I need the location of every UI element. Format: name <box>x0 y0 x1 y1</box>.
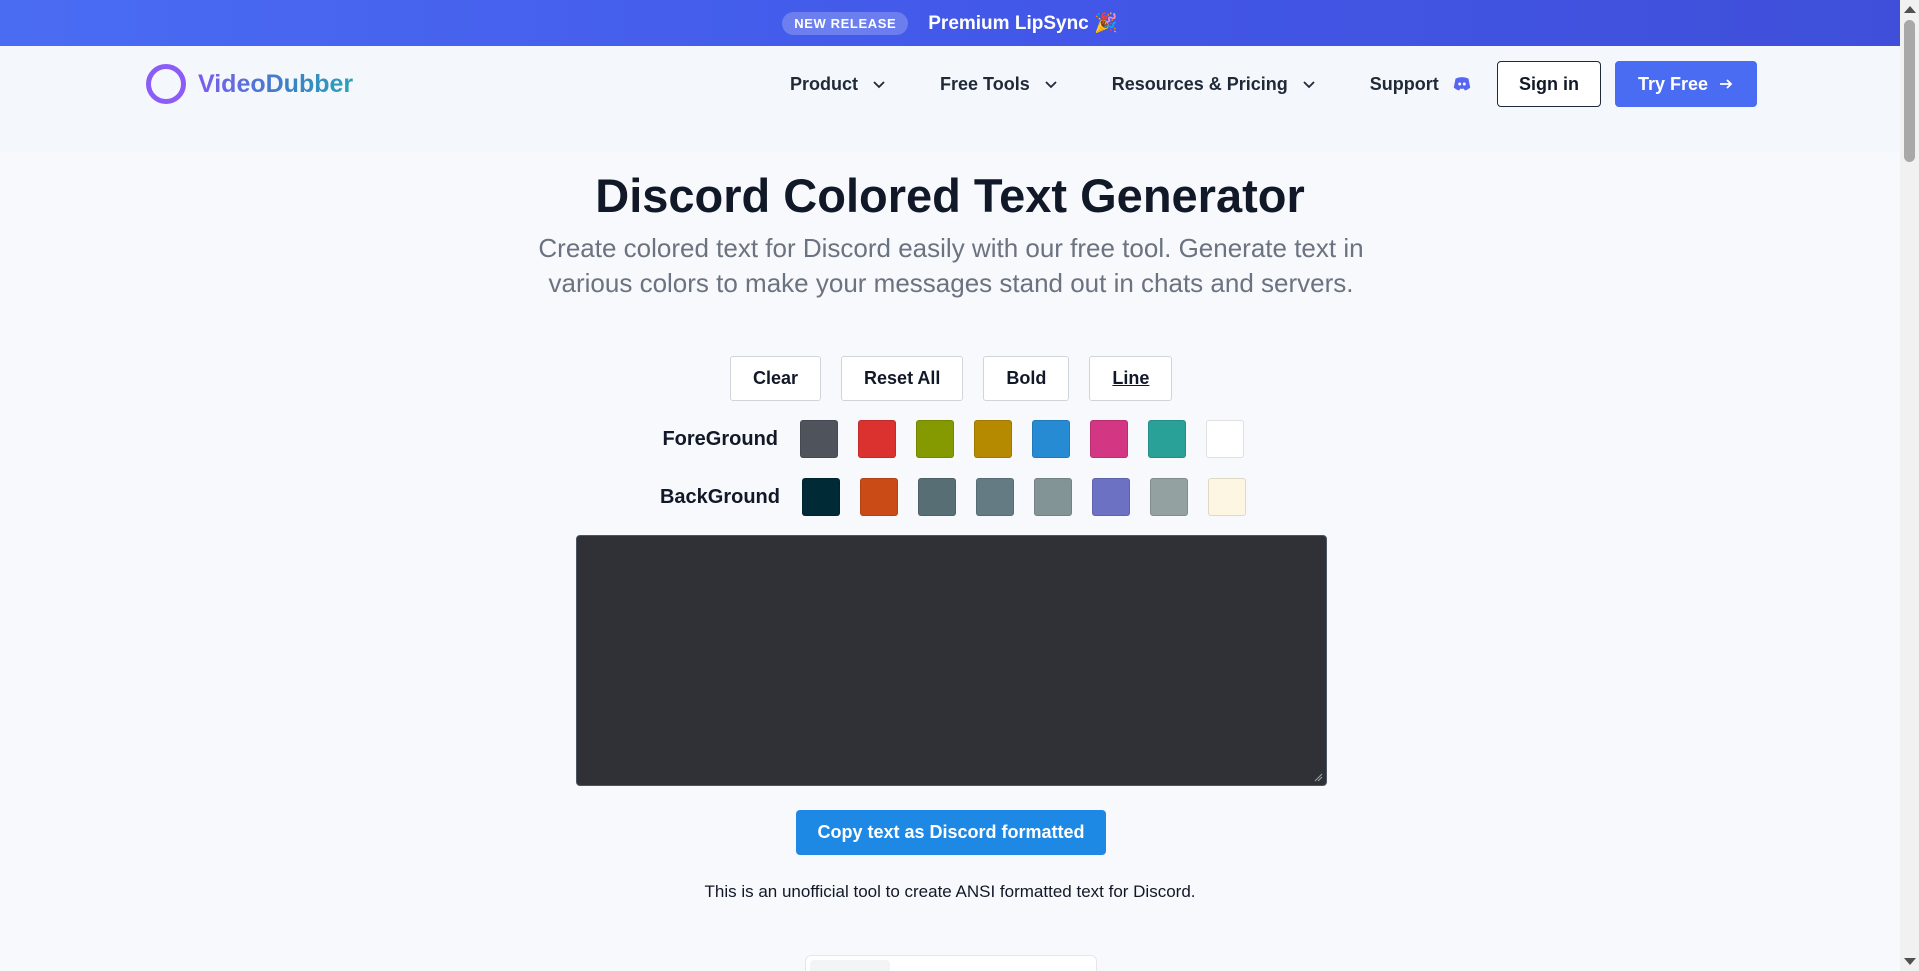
new-release-badge: NEW RELEASE <box>782 11 909 35</box>
foreground-swatch-5[interactable] <box>1032 420 1070 458</box>
foreground-label: ForeGround <box>662 427 778 450</box>
nav-free-tools-label: Free Tools <box>940 73 1030 94</box>
foreground-swatch-7[interactable] <box>1148 420 1186 458</box>
background-swatch-5[interactable] <box>1034 478 1072 516</box>
page-title: Discord Colored Text Generator <box>595 169 1305 222</box>
card-tab[interactable] <box>810 960 890 971</box>
background-swatch-6[interactable] <box>1092 478 1130 516</box>
foreground-swatch-4[interactable] <box>974 420 1012 458</box>
announcement-bar[interactable]: NEW RELEASE Premium LipSync 🎉 <box>0 0 1900 46</box>
foreground-swatches <box>800 420 1244 458</box>
background-swatch-8[interactable] <box>1208 478 1246 516</box>
nav-free-tools[interactable]: Free Tools <box>940 74 1058 95</box>
nav-product[interactable]: Product <box>790 74 886 95</box>
reset-all-button[interactable]: Reset All <box>841 356 964 401</box>
scrollbar-thumb[interactable] <box>1904 20 1915 162</box>
foreground-swatch-2[interactable] <box>858 420 896 458</box>
background-swatch-7[interactable] <box>1150 478 1188 516</box>
chevron-down-icon <box>1045 81 1057 89</box>
underline-button[interactable]: Line <box>1089 356 1173 401</box>
logo-text: VideoDubber <box>198 69 354 98</box>
foreground-swatch-8[interactable] <box>1206 420 1244 458</box>
foreground-swatch-3[interactable] <box>916 420 954 458</box>
arrow-right-icon <box>1720 79 1733 89</box>
nav-product-label: Product <box>790 73 859 94</box>
scroll-up-icon[interactable] <box>1904 6 1916 13</box>
main-nav: Product Free Tools Resources & Pricing S… <box>790 61 1473 107</box>
resize-grip-icon[interactable] <box>1313 772 1323 782</box>
nav-resources-pricing[interactable]: Resources & Pricing <box>1112 74 1316 95</box>
background-swatch-1[interactable] <box>802 478 840 516</box>
clear-button[interactable]: Clear <box>730 356 822 401</box>
partial-card <box>805 955 1097 971</box>
background-swatch-2[interactable] <box>860 478 898 516</box>
scroll-down-icon[interactable] <box>1904 958 1916 965</box>
nav-support-label: Support <box>1369 73 1439 94</box>
text-editor[interactable] <box>576 535 1327 786</box>
chevron-down-icon <box>1303 81 1315 89</box>
chevron-down-icon <box>873 81 885 89</box>
background-swatch-4[interactable] <box>976 478 1014 516</box>
foreground-swatch-6[interactable] <box>1090 420 1128 458</box>
nav-resources-pricing-label: Resources & Pricing <box>1111 73 1288 94</box>
bold-button[interactable]: Bold <box>983 356 1070 401</box>
foreground-swatch-1[interactable] <box>800 420 838 458</box>
try-free-button[interactable]: Try Free <box>1615 61 1757 107</box>
background-swatch-3[interactable] <box>918 478 956 516</box>
foreground-row: ForeGround <box>642 420 1244 458</box>
page-subtitle: Create colored text for Discord easily w… <box>538 233 1364 298</box>
announcement-message[interactable]: Premium LipSync 🎉 <box>928 11 1117 35</box>
copy-discord-button[interactable]: Copy text as Discord formatted <box>796 810 1106 855</box>
format-toolbar: Clear Reset All Bold Line <box>730 356 1173 401</box>
sign-in-button[interactable]: Sign in <box>1497 61 1601 107</box>
nav-support[interactable]: Support <box>1370 73 1473 95</box>
discord-icon <box>1453 77 1471 91</box>
logo-ring-icon <box>146 64 186 104</box>
background-row: BackGround <box>644 478 1246 516</box>
background-swatches <box>802 478 1246 516</box>
logo[interactable]: VideoDubber <box>146 64 353 104</box>
disclaimer-note: This is an unofficial tool to create ANS… <box>704 882 1196 901</box>
background-label: BackGround <box>659 485 780 508</box>
scrollbar[interactable] <box>1900 0 1919 971</box>
site-header: VideoDubber Product Free Tools Resources… <box>0 46 1900 152</box>
try-free-label: Try Free <box>1637 73 1709 94</box>
